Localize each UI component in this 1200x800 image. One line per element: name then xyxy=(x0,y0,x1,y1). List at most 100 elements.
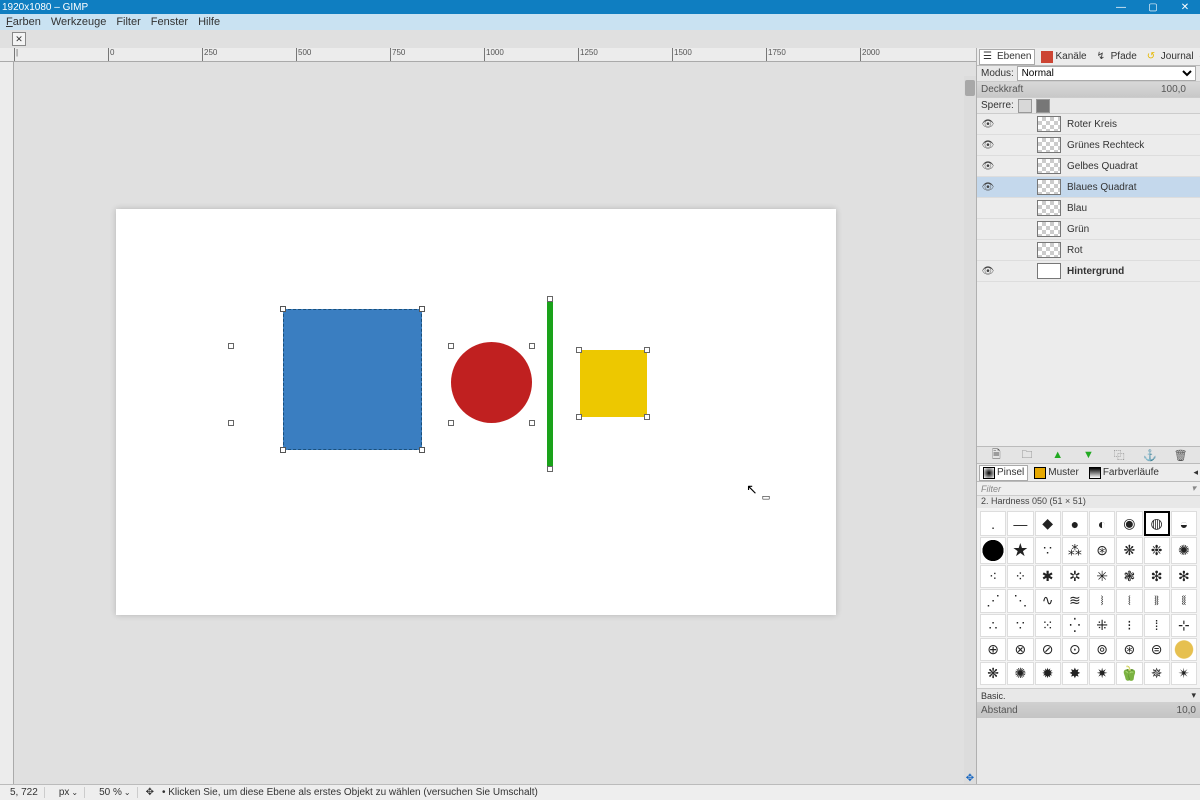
shape-green-rectangle[interactable] xyxy=(547,300,553,466)
lock-pixel-button[interactable] xyxy=(1018,99,1032,113)
brush-preset[interactable]: ∿ xyxy=(1035,589,1061,612)
brush-preset[interactable]: ❃ xyxy=(1116,565,1142,588)
duplicate-layer-button[interactable]: ⿻ xyxy=(1112,448,1126,462)
brush-grid[interactable]: .—◆●◐◉◍◒★∵⁂⊛❋❉✺⁖⁘✱✲✳❃❇✻⋰⋱∿≋⧘⧙⧚⧛∴∵⁙⁛⁜⁝⁞⊹⊕… xyxy=(977,508,1200,688)
tab-kanaele[interactable]: Kanäle xyxy=(1037,49,1090,65)
visibility-toggle[interactable]: 👁 xyxy=(981,266,995,277)
brush-preset[interactable] xyxy=(980,537,1006,564)
brush-preset[interactable]: ⊗ xyxy=(1007,638,1033,661)
layer-name[interactable]: Grünes Rechteck xyxy=(1067,140,1196,151)
brush-preset[interactable]: ✷ xyxy=(1089,662,1115,685)
brush-preset[interactable]: ✲ xyxy=(1062,565,1088,588)
tab-ebenen[interactable]: ☰Ebenen xyxy=(979,49,1035,65)
brush-preset[interactable]: ◆ xyxy=(1035,511,1061,536)
layer-name[interactable]: Grün xyxy=(1067,224,1196,235)
brush-preset[interactable]: ● xyxy=(1062,511,1088,536)
brush-preset[interactable]: ⊙ xyxy=(1062,638,1088,661)
layer-row[interactable]: 👁 Blaues Quadrat xyxy=(977,177,1200,198)
brush-preset[interactable]: ⊛ xyxy=(1116,638,1142,661)
brush-preset[interactable]: ❋ xyxy=(1116,537,1142,564)
brush-preset[interactable]: ⊛ xyxy=(1089,537,1115,564)
raise-layer-button[interactable]: ▲ xyxy=(1051,448,1065,462)
tab-farbverlaeufe[interactable]: Farbverläufe xyxy=(1085,465,1163,481)
layer-row[interactable]: 👁 Grünes Rechteck xyxy=(977,135,1200,156)
brush-preset[interactable]: ⁂ xyxy=(1062,537,1088,564)
visibility-toggle[interactable]: 👁 xyxy=(981,182,995,193)
brush-preset[interactable]: ⊕ xyxy=(980,638,1006,661)
brush-preset[interactable]: ⁜ xyxy=(1089,614,1115,637)
brush-preset[interactable]: ✹ xyxy=(1035,662,1061,685)
brush-preset[interactable]: ✵ xyxy=(1144,662,1170,685)
new-layer-button[interactable]: 🗎 xyxy=(989,448,1003,462)
layer-row[interactable]: 👁Roter Kreis xyxy=(977,114,1200,135)
brush-preset[interactable]: ⧙ xyxy=(1116,589,1142,612)
brush-preset[interactable]: ★ xyxy=(1007,537,1033,564)
brush-preset[interactable]: ∵ xyxy=(1007,614,1033,637)
shape-yellow-square[interactable] xyxy=(580,350,647,417)
layer-row[interactable]: 👁Gelbes Quadrat xyxy=(977,156,1200,177)
delete-layer-button[interactable]: 🗑 xyxy=(1174,448,1188,462)
brush-preset[interactable]: ✱ xyxy=(1035,565,1061,588)
brush-spacing-row[interactable]: Abstand 10,0 xyxy=(977,702,1200,718)
brush-preset[interactable]: ∴ xyxy=(980,614,1006,637)
layer-name[interactable]: Blau xyxy=(1067,203,1196,214)
mode-select[interactable]: Normal xyxy=(1017,66,1196,81)
brush-preset[interactable]: ❉ xyxy=(1144,537,1170,564)
layer-row[interactable]: Blau xyxy=(977,198,1200,219)
brush-preset[interactable]: ⁙ xyxy=(1035,614,1061,637)
brush-preset[interactable]: ⊘ xyxy=(1035,638,1061,661)
scrollbar-vertical[interactable] xyxy=(964,76,976,784)
brush-preset[interactable]: ∵ xyxy=(1035,537,1061,564)
menu-farben[interactable]: Farben xyxy=(6,16,41,28)
status-unit[interactable]: px xyxy=(53,787,85,798)
ruler-horizontal[interactable]: | 0 250 500 750 1000 1250 1500 1750 2000 xyxy=(0,48,976,62)
brush-preset[interactable]: ⁛ xyxy=(1062,614,1088,637)
brush-preset-row[interactable]: Basic.▾ xyxy=(977,688,1200,702)
layer-row[interactable]: Grün xyxy=(977,219,1200,240)
menu-fenster[interactable]: Fenster xyxy=(151,16,188,28)
layer-group-button[interactable]: 🗀 xyxy=(1020,448,1034,462)
layer-name[interactable]: Gelbes Quadrat xyxy=(1067,161,1196,172)
tab-journal[interactable]: ↺Journal xyxy=(1143,49,1198,65)
brush-preset[interactable]: ✳ xyxy=(1089,565,1115,588)
brush-preset[interactable]: . xyxy=(980,511,1006,536)
layer-name[interactable]: Hintergrund xyxy=(1067,266,1196,277)
brush-preset[interactable]: ✴ xyxy=(1171,662,1197,685)
menu-werkzeuge[interactable]: Werkzeuge xyxy=(51,16,106,28)
menu-hilfe[interactable]: Hilfe xyxy=(198,16,220,28)
status-zoom[interactable]: 50 % xyxy=(93,787,138,798)
layer-name[interactable]: Blaues Quadrat xyxy=(1067,182,1196,193)
brush-preset[interactable]: ◐ xyxy=(1089,511,1115,536)
layer-row[interactable]: 👁 Hintergrund xyxy=(977,261,1200,282)
canvas-page[interactable]: ↖▭ xyxy=(116,209,836,615)
brush-preset[interactable] xyxy=(1171,638,1197,661)
ruler-vertical[interactable] xyxy=(0,62,14,784)
close-tab-button[interactable]: ✕ xyxy=(12,32,26,46)
brush-preset[interactable]: ⊚ xyxy=(1089,638,1115,661)
brush-preset[interactable]: ✻ xyxy=(1171,565,1197,588)
brush-preset[interactable]: ❋ xyxy=(980,662,1006,685)
brush-preset[interactable]: ✸ xyxy=(1062,662,1088,685)
minimize-button[interactable]: — xyxy=(1114,2,1128,13)
layer-name[interactable]: Rot xyxy=(1067,245,1196,256)
brush-preset[interactable]: ⁝ xyxy=(1116,614,1142,637)
lock-alpha-button[interactable] xyxy=(1036,99,1050,113)
brush-preset[interactable]: ✺ xyxy=(1171,537,1197,564)
brush-filter-row[interactable]: Filter ▾ xyxy=(977,482,1200,496)
brush-preset[interactable]: ⁘ xyxy=(1007,565,1033,588)
canvas-viewport[interactable]: ↖▭ xyxy=(14,62,976,784)
navigator-corner-icon[interactable]: ✥ xyxy=(964,772,976,784)
brush-preset[interactable]: ⧘ xyxy=(1089,589,1115,612)
brush-preset[interactable]: ❇ xyxy=(1144,565,1170,588)
brush-preset[interactable]: ⋱ xyxy=(1007,589,1033,612)
brush-preset[interactable]: ⧛ xyxy=(1171,589,1197,612)
brush-preset[interactable]: ≋ xyxy=(1062,589,1088,612)
lower-layer-button[interactable]: ▼ xyxy=(1081,448,1095,462)
visibility-toggle[interactable]: 👁 xyxy=(981,140,995,151)
brush-preset[interactable]: ⁖ xyxy=(980,565,1006,588)
brush-preset[interactable]: ⧚ xyxy=(1144,589,1170,612)
brush-preset[interactable]: ⁞ xyxy=(1144,614,1170,637)
tab-pinsel[interactable]: Pinsel xyxy=(979,465,1028,481)
brush-preset[interactable]: ◉ xyxy=(1116,511,1142,536)
tab-pfade[interactable]: ↯Pfade xyxy=(1093,49,1141,65)
